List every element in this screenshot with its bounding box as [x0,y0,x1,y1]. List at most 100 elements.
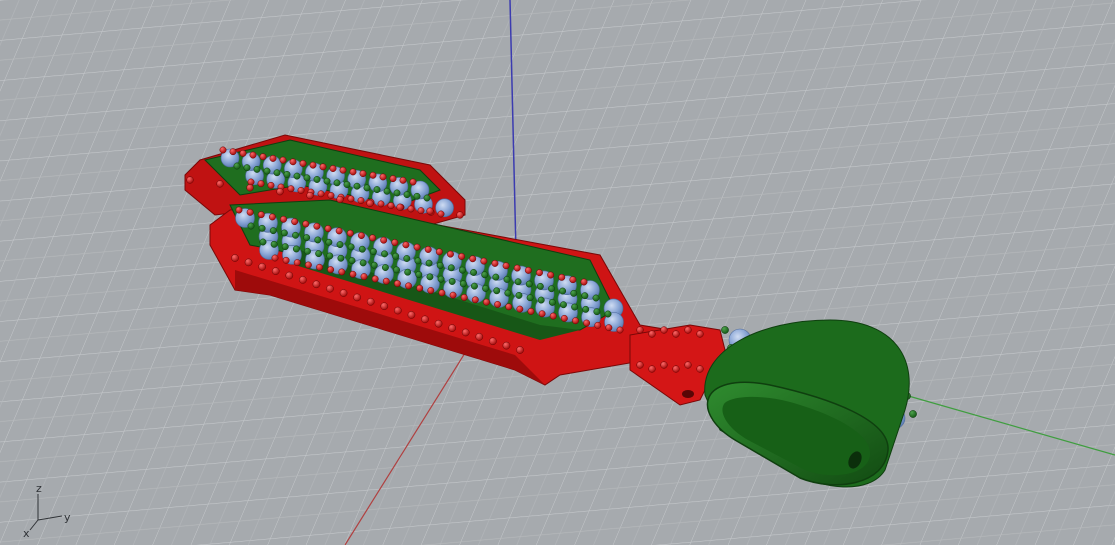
bead-red [538,310,546,318]
bead-red [299,276,307,284]
prong-bead [281,243,289,251]
prong-bead [459,280,467,288]
bead-red [369,171,377,179]
bead-red [239,149,247,157]
bead-red [338,268,346,276]
prong-bead [337,254,345,262]
bead-red [524,266,532,274]
bead-red [475,333,484,341]
bead-red [302,220,310,228]
bead-red [276,188,284,196]
bead-red [347,195,355,203]
bead-red [326,284,334,293]
bead-red [371,275,379,283]
bead-red [380,236,388,244]
bead-red [409,178,417,186]
prong-bead [721,326,729,334]
bead-red [186,176,194,184]
triad-x-label: x [23,527,30,540]
bead-red [696,365,704,373]
bead-red [549,312,557,320]
bead-red [271,254,279,262]
bead-red [339,166,347,174]
bead-red [399,176,407,184]
bead-red [259,153,267,161]
prong-bead [243,164,251,172]
bead-red [636,326,644,334]
bead-red [513,264,521,272]
prong-bead [403,191,411,199]
bead-red [489,337,497,346]
bead-red [547,271,555,279]
bead-red [285,271,294,280]
bead-red [447,250,454,258]
prong-bead [270,240,278,248]
bead-red [287,185,295,193]
bead-red [505,303,513,311]
prong-bead [592,294,600,302]
bead-red [684,361,692,369]
prong-bead [593,308,601,316]
bead-red [417,207,425,215]
bead-red [391,239,399,246]
triad-x-line [29,519,39,531]
bead-red [560,314,568,322]
prong-bead [280,229,288,237]
prong-bead [247,222,255,230]
prong-bead [536,282,544,290]
bead-red [280,215,287,223]
viewport-scene[interactable] [0,0,1115,545]
triad-y-label: y [64,511,71,524]
bead-red [317,190,325,198]
bead-red [316,263,323,271]
bead-red [268,213,276,221]
bead-red [424,246,432,253]
prong-bead [470,269,478,276]
prong-bead [333,179,341,187]
bead-red [336,195,344,204]
prong-bead [326,252,334,260]
prong-bead [471,282,478,290]
prong-bead [353,182,361,190]
bead-red [304,261,312,269]
prong-bead [571,303,579,311]
bead-red [438,289,446,297]
bead-red [247,178,255,186]
bead-red [413,243,421,251]
bead-red [483,298,490,306]
prong-bead [325,238,333,246]
3d-viewport[interactable]: z y x [0,0,1115,545]
bead-red [672,330,680,338]
bead-red [327,266,335,274]
bead-red [377,200,385,208]
prong-bead [514,278,522,286]
bead-red [257,211,265,219]
bead-red [339,289,348,297]
bead-red [357,232,365,239]
prong-bead [459,266,466,274]
prong-bead [293,172,301,180]
prong-bead [537,296,545,304]
bead-red [257,180,265,188]
prong-bead [560,301,567,309]
bead-red [269,154,277,162]
bead-red [346,229,354,237]
bead-red [360,273,368,281]
bead-red [396,203,404,211]
prong-bead [363,184,371,192]
bead-red [246,184,254,192]
bead-red [379,173,387,181]
bead-red [216,180,224,188]
bead-red [258,262,266,271]
bead-red [249,151,257,159]
prong-bead [373,186,381,194]
prong-bead [303,174,311,182]
bead-red [349,168,357,176]
bead-red [359,170,367,178]
prong-bead [493,287,501,295]
bead-red [435,248,443,256]
prong-bead [570,289,578,297]
bead-red [353,293,361,302]
prong-bead [358,245,366,253]
bead-red [312,280,321,289]
